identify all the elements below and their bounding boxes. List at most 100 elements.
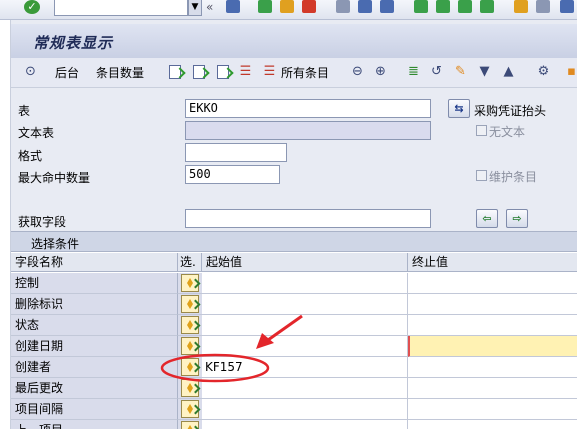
from-value-input[interactable] [202,399,408,420]
all-entries-button[interactable]: 所有条目 [281,65,329,81]
print-icon[interactable] [336,0,350,13]
find-next-icon[interactable] [380,0,394,13]
to-value-input[interactable] [408,273,577,294]
triangle-up-icon[interactable]: ▲ [501,64,516,79]
first-page-icon[interactable] [414,0,428,13]
select-fields-icon[interactable] [169,65,181,79]
shortcut-icon[interactable] [536,0,550,13]
all-entries-icon[interactable]: ☰ [262,64,277,79]
entry-count-button[interactable]: 条目数量 [96,65,144,81]
execute-clock-icon[interactable]: ⊙ [23,64,38,79]
chevron-down-icon[interactable]: ▼ [188,0,202,16]
to-value-input[interactable] [408,399,577,420]
table-description: 采购凭证抬头 [474,104,547,118]
help-icon[interactable] [560,0,574,13]
column-from: 起始值 [202,253,408,272]
row-field-name: 最后更改 [11,378,178,399]
undo-icon[interactable]: ↺ [429,64,444,79]
from-value-input[interactable] [202,336,408,357]
last-page-icon[interactable] [480,0,494,13]
row-field-name: 状态 [11,315,178,336]
no-text-checkbox[interactable] [476,125,487,136]
format-input[interactable] [185,143,287,162]
column-field-name: 字段名称 [11,253,178,272]
no-text-label: 无文本 [489,125,526,139]
to-value-input[interactable] [408,357,577,378]
settings-icon[interactable]: ⚙ [536,64,551,79]
column-select: 选. [178,253,202,272]
from-value-input[interactable]: KF157 [202,357,408,378]
triangle-down-icon[interactable]: ▼ [477,64,492,79]
collapse-icon[interactable]: « [206,0,213,14]
save-icon[interactable] [226,0,240,13]
system-toolbar: ✓ ▼ « [0,0,577,20]
multiple-selection-icon[interactable] [181,358,199,376]
selection-criteria-panel: 选择条件 字段名称 选. 起始值 终止值 控制 删除标识 状态 创建日期 创建者… [11,231,577,429]
selection-header: 选择条件 [11,231,577,252]
zoom-in-icon[interactable]: ⊕ [373,64,388,79]
format-label: 格式 [18,149,43,163]
table-row: 创建者 KF157 [11,357,577,378]
from-value-input[interactable] [202,294,408,315]
to-value-input[interactable] [408,420,577,429]
table-row: 最后更改 [11,378,577,399]
max-hits-label: 最大命中数量 [18,171,91,185]
from-value-input[interactable] [202,273,408,294]
to-value-input[interactable] [408,315,577,336]
delete-entries-icon[interactable]: ☰ [238,64,253,79]
row-field-name: 上一项目 [11,420,178,429]
column-to: 终止值 [408,253,577,272]
cancel-icon[interactable] [302,0,316,13]
to-value-input-focused[interactable] [408,336,577,357]
table-row: 状态 [11,315,577,336]
table-row: 创建日期 [11,336,577,357]
row-field-name: 创建者 [11,357,178,378]
text-table-label: 文本表 [18,126,55,140]
multiple-selection-icon[interactable] [181,337,199,355]
row-field-name: 删除标识 [11,294,178,315]
selection-form: 表 EKKO ⇆ 采购凭证抬头 文本表 无文本 格式 最大命中数量 500 维护… [11,88,577,229]
from-value-input[interactable] [202,420,408,429]
table-info-icon[interactable]: ⇆ [448,99,470,118]
multiple-selection-icon[interactable] [181,421,199,429]
multiple-selection-icon[interactable] [181,295,199,313]
to-value-input[interactable] [408,294,577,315]
multiple-selection-icon[interactable] [181,274,199,292]
eraser-icon[interactable]: ✎ [453,64,468,79]
fetch-fields-input[interactable] [185,209,431,228]
from-value-input[interactable] [202,378,408,399]
maintain-entries-label: 维护条目 [489,170,538,184]
next-page-icon[interactable] [458,0,472,13]
overflow-icon[interactable]: ▪ [564,64,577,79]
maintain-entries-checkbox[interactable] [476,170,487,181]
from-value-input[interactable] [202,315,408,336]
table-row: 控制 [11,273,577,294]
to-value-input[interactable] [408,378,577,399]
multiple-selection-icon[interactable] [181,316,199,334]
fetch-fields-right-icon[interactable]: ⇨ [506,209,528,228]
max-hits-input[interactable]: 500 [185,165,280,184]
find-icon[interactable] [358,0,372,13]
multiple-selection-icon[interactable] [181,379,199,397]
display-list-icon[interactable] [217,65,229,79]
zoom-out-icon[interactable]: ⊖ [350,64,365,79]
table-label: 表 [18,104,31,118]
back-icon[interactable] [258,0,272,13]
title-bar: 常规表显示 [11,24,577,58]
row-field-name: 项目间隔 [11,399,178,420]
multiple-selection-icon[interactable] [181,400,199,418]
row-field-name: 创建日期 [11,336,178,357]
command-field[interactable] [54,0,188,16]
new-session-icon[interactable] [514,0,528,13]
fetch-fields-left-icon[interactable]: ⇦ [476,209,498,228]
enter-check-icon[interactable]: ✓ [24,0,40,14]
background-button[interactable]: 后台 [55,65,79,81]
page-title: 常规表显示 [33,34,114,52]
table-input[interactable]: EKKO [185,99,431,118]
previous-page-icon[interactable] [436,0,450,13]
select-options-icon[interactable] [193,65,205,79]
table-row: 删除标识 [11,294,577,315]
selection-title: 选择条件 [31,237,80,251]
exit-icon[interactable] [280,0,294,13]
stack-icon[interactable]: ≣ [406,64,421,79]
